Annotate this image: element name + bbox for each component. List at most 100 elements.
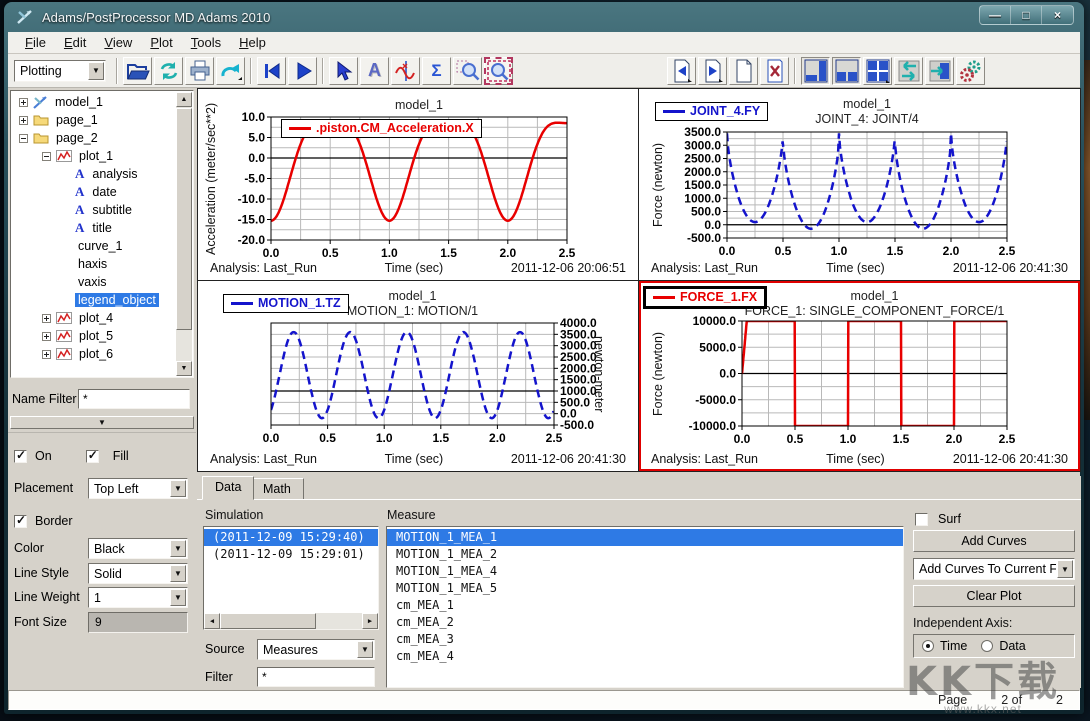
simulation-list-item[interactable]: (2011-12-09 15:29:40) bbox=[204, 529, 378, 546]
chevron-down-icon[interactable]: ▼ bbox=[88, 62, 104, 80]
on-checkbox[interactable] bbox=[14, 450, 27, 463]
select-tool-button[interactable] bbox=[329, 57, 358, 85]
add-curves-to-current-select[interactable]: Add Curves To Current F ▼ bbox=[913, 558, 1075, 580]
title-bar[interactable]: Adams/PostProcessor MD Adams 2010 — □ × bbox=[4, 2, 1084, 32]
menu-view[interactable]: View bbox=[95, 33, 141, 52]
tree-item-plot_1[interactable]: plot_1 bbox=[13, 147, 175, 165]
scroll-up-icon[interactable]: ▲ bbox=[176, 92, 192, 107]
print-button[interactable] bbox=[185, 57, 214, 85]
zoom-tool-button[interactable] bbox=[453, 57, 482, 85]
tree-item-subtitle[interactable]: Asubtitle bbox=[13, 201, 175, 219]
tree-item-date[interactable]: Adate bbox=[13, 183, 175, 201]
statistics-tool-button[interactable]: Σ bbox=[422, 57, 451, 85]
tree-scrollbar[interactable]: ▲ ▼ bbox=[176, 92, 192, 376]
minimize-button[interactable]: — bbox=[980, 6, 1011, 24]
menu-edit[interactable]: Edit bbox=[55, 33, 95, 52]
page-layout-2-button[interactable] bbox=[832, 57, 861, 85]
undo-button[interactable] bbox=[216, 57, 245, 85]
tree-expand-icon[interactable] bbox=[42, 152, 51, 161]
filter-input[interactable] bbox=[257, 667, 375, 687]
plot-cell-plot_5[interactable]: 0.00.51.01.52.02.5-500.00.0500.01000.015… bbox=[198, 281, 638, 471]
measure-list[interactable]: MOTION_1_MEA_1MOTION_1_MEA_2MOTION_1_MEA… bbox=[386, 526, 904, 688]
simulation-hscrollbar[interactable]: ◀ ▶ bbox=[204, 613, 378, 629]
measure-list-item[interactable]: MOTION_1_MEA_4 bbox=[387, 563, 903, 580]
next-page-button[interactable] bbox=[698, 57, 727, 85]
tree-expand-icon[interactable] bbox=[42, 332, 51, 341]
tree-expand-icon[interactable] bbox=[19, 98, 28, 107]
chevron-down-icon[interactable]: ▼ bbox=[170, 480, 186, 497]
chevron-down-icon[interactable]: ▼ bbox=[170, 540, 186, 557]
text-tool-button[interactable]: A bbox=[360, 57, 389, 85]
chevron-down-icon[interactable]: ▼ bbox=[1057, 560, 1073, 578]
tree-expand-icon[interactable] bbox=[19, 134, 28, 143]
border-checkbox[interactable] bbox=[14, 515, 27, 528]
tree-item-haxis[interactable]: haxis bbox=[13, 255, 175, 273]
maximize-button[interactable]: □ bbox=[1011, 6, 1042, 24]
tree-item-legend_object[interactable]: legend_object bbox=[13, 291, 175, 309]
menu-tools[interactable]: Tools bbox=[182, 33, 230, 52]
plot-legend-plot_5[interactable]: MOTION_1.TZ bbox=[223, 294, 349, 313]
tree-expand-icon[interactable] bbox=[42, 314, 51, 323]
tree-item-plot_6[interactable]: plot_6 bbox=[13, 345, 175, 363]
tree-item-vaxis[interactable]: vaxis bbox=[13, 273, 175, 291]
menu-file[interactable]: File bbox=[16, 33, 55, 52]
scroll-down-icon[interactable]: ▼ bbox=[176, 361, 192, 376]
single-view-button[interactable] bbox=[925, 57, 954, 85]
collapse-handle[interactable]: ▼ bbox=[10, 416, 194, 429]
measure-list-item[interactable]: cm_MEA_1 bbox=[387, 597, 903, 614]
plot-canvas-plot_1[interactable]: 0.00.51.01.52.02.5-20.0-15.0-10.0-5.00.0… bbox=[198, 89, 638, 280]
measure-list-item[interactable]: MOTION_1_MEA_1 bbox=[387, 529, 903, 546]
time-radio[interactable] bbox=[922, 640, 934, 652]
mode-select[interactable]: Plotting ▼ bbox=[14, 60, 106, 82]
new-page-button[interactable] bbox=[729, 57, 758, 85]
name-filter-input[interactable] bbox=[78, 389, 190, 409]
zoom-area-tool-button[interactable] bbox=[484, 57, 513, 85]
tab-data[interactable]: Data bbox=[202, 476, 254, 500]
plot-legend-plot_4[interactable]: JOINT_4.FY bbox=[655, 102, 768, 121]
play-button[interactable] bbox=[288, 57, 317, 85]
surf-checkbox[interactable] bbox=[915, 513, 928, 526]
scroll-left-icon[interactable]: ◀ bbox=[204, 613, 220, 629]
simulation-list-item[interactable]: (2011-12-09 15:29:01) bbox=[204, 546, 378, 563]
color-select[interactable]: Black ▼ bbox=[88, 538, 188, 559]
menu-help[interactable]: Help bbox=[230, 33, 275, 52]
tree-item-plot_5[interactable]: plot_5 bbox=[13, 327, 175, 345]
menu-plot[interactable]: Plot bbox=[141, 33, 181, 52]
add-curves-button[interactable]: Add Curves bbox=[913, 530, 1075, 552]
plot-cell-plot_1[interactable]: 0.00.51.01.52.02.5-20.0-15.0-10.0-5.00.0… bbox=[198, 89, 638, 280]
placement-select[interactable]: Top Left ▼ bbox=[88, 478, 188, 499]
curve-edit-tool-button[interactable] bbox=[391, 57, 420, 85]
measure-list-item[interactable]: cm_MEA_4 bbox=[387, 648, 903, 665]
previous-page-button[interactable] bbox=[667, 57, 696, 85]
plot-cell-plot_6[interactable]: 0.00.51.01.52.02.5-10000.0-5000.00.05000… bbox=[639, 281, 1080, 471]
measure-list-item[interactable]: MOTION_1_MEA_2 bbox=[387, 546, 903, 563]
skip-to-start-button[interactable] bbox=[257, 57, 286, 85]
open-file-button[interactable] bbox=[123, 57, 152, 85]
tree-item-page_1[interactable]: page_1 bbox=[13, 111, 175, 129]
tree-scrollbar-thumb[interactable] bbox=[176, 108, 192, 330]
tree-item-analysis[interactable]: Aanalysis bbox=[13, 165, 175, 183]
page-layout-1-button[interactable] bbox=[801, 57, 830, 85]
plot-cell-plot_4[interactable]: 0.00.51.01.52.02.5-500.00.0500.01000.015… bbox=[639, 89, 1080, 280]
close-button[interactable]: × bbox=[1042, 6, 1073, 24]
chevron-down-icon[interactable]: ▼ bbox=[170, 565, 186, 582]
tree-item-model_1[interactable]: model_1 bbox=[13, 93, 175, 111]
measure-list-item[interactable]: MOTION_1_MEA_5 bbox=[387, 580, 903, 597]
page-layout-grid-button[interactable] bbox=[863, 57, 892, 85]
tree-item-curve_1[interactable]: curve_1 bbox=[13, 237, 175, 255]
tree-item-page_2[interactable]: page_2 bbox=[13, 129, 175, 147]
line-style-select[interactable]: Solid ▼ bbox=[88, 563, 188, 584]
source-select[interactable]: Measures ▼ bbox=[257, 639, 375, 660]
clear-plot-button[interactable]: Clear Plot bbox=[913, 585, 1075, 607]
delete-page-button[interactable] bbox=[760, 57, 789, 85]
chevron-down-icon[interactable]: ▼ bbox=[357, 641, 373, 658]
tab-math[interactable]: Math bbox=[250, 478, 304, 500]
reload-button[interactable] bbox=[154, 57, 183, 85]
scroll-right-icon[interactable]: ▶ bbox=[362, 613, 378, 629]
line-weight-select[interactable]: 1 ▼ bbox=[88, 587, 188, 608]
fill-checkbox[interactable] bbox=[86, 450, 99, 463]
simulation-list[interactable]: (2011-12-09 15:29:40)(2011-12-09 15:29:0… bbox=[203, 526, 379, 630]
simulation-hscroll-thumb[interactable] bbox=[220, 613, 316, 629]
tree-item-title[interactable]: Atitle bbox=[13, 219, 175, 237]
preferences-button[interactable] bbox=[956, 57, 985, 85]
